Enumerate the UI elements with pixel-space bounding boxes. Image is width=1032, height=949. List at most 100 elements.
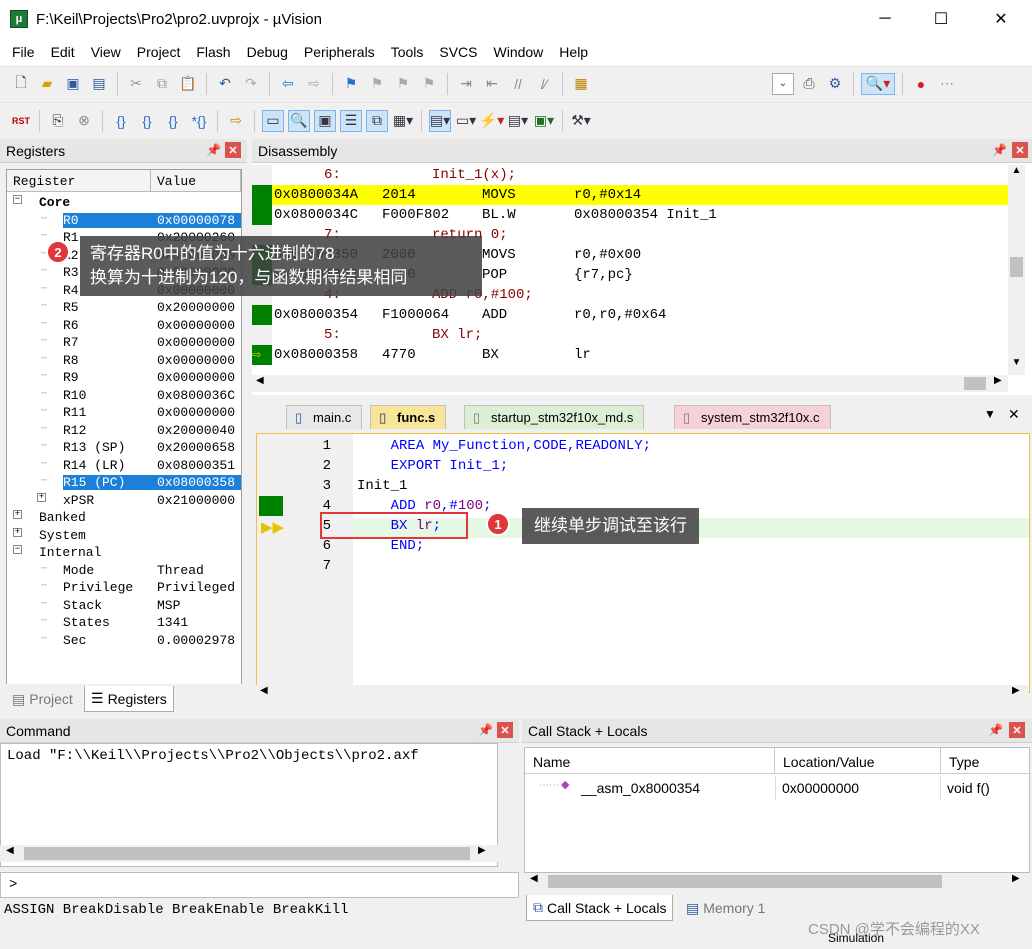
code-line[interactable]: AREA My_Function,CODE,READONLY; <box>357 438 651 454</box>
bookmark-icon[interactable]: ⚑ <box>340 73 362 95</box>
undo-icon[interactable]: ↶ <box>214 73 236 95</box>
register-value[interactable]: 0x08000351 <box>157 458 235 473</box>
disassembly-hscroll[interactable]: ◀ ▶ <box>252 375 1008 392</box>
tab-main-c[interactable]: ▯ main.c <box>286 405 363 429</box>
editor-hscroll[interactable]: ◀ ▶ <box>256 685 1028 702</box>
collapse-icon[interactable]: − <box>13 195 22 204</box>
expand-icon[interactable]: + <box>13 510 22 519</box>
disassembly-line[interactable]: 0x08000354 F1000064 ADD r0,r0,#0x64 <box>252 305 1008 325</box>
register-value[interactable]: 0x00000000 <box>157 318 235 333</box>
register-value[interactable]: 0x20000000 <box>157 300 235 315</box>
menu-svcs[interactable]: SVCS <box>431 44 485 60</box>
system-viewer-icon[interactable]: ▣▾ <box>533 110 555 132</box>
target-options-icon[interactable]: ⚙ <box>824 73 846 95</box>
register-value[interactable]: Privileged <box>157 580 235 595</box>
memory-window-icon[interactable]: ▤▾ <box>429 109 451 132</box>
find-in-files-icon[interactable]: ▦ <box>570 73 592 95</box>
menu-help[interactable]: Help <box>551 44 596 60</box>
scroll-left-icon[interactable]: ◀ <box>260 685 268 696</box>
tab-system[interactable]: ▯ system_stm32f10x.c <box>674 405 831 429</box>
registers-window-icon[interactable]: ☰ <box>340 109 362 132</box>
register-value[interactable]: 0x20000040 <box>157 423 235 438</box>
debug-settings-icon[interactable]: ⎙ <box>798 73 820 95</box>
register-row[interactable]: ⋯ R13 (SP) 0x20000658 <box>7 439 241 456</box>
menu-peripherals[interactable]: Peripherals <box>296 44 383 60</box>
menu-window[interactable]: Window <box>486 44 552 60</box>
close-button[interactable]: ✕ <box>978 0 1024 38</box>
register-row[interactable]: ⋯ R8 0x00000000 <box>7 352 241 369</box>
scroll-left-icon[interactable]: ◀ <box>6 845 14 856</box>
scroll-left-icon[interactable]: ◀ <box>530 873 538 884</box>
col-header-location[interactable]: Location/Value <box>775 748 941 774</box>
paste-icon[interactable]: 📋 <box>177 73 199 95</box>
col-header-register[interactable]: Register <box>7 170 151 192</box>
register-row[interactable]: ⋯ States 1341 <box>7 614 241 631</box>
register-value[interactable]: MSP <box>157 598 180 613</box>
register-row[interactable]: ⋯ R5 0x20000000 <box>7 299 241 316</box>
disassembly-window-icon[interactable]: 🔍 <box>288 109 310 132</box>
tab-registers[interactable]: ☰ Registers <box>84 686 174 712</box>
register-row[interactable]: ⋯ R14 (LR) 0x08000351 <box>7 457 241 474</box>
save-icon[interactable]: ▣ <box>62 73 84 95</box>
scroll-up-icon[interactable]: ▲ <box>1008 165 1025 176</box>
toolbox-icon[interactable]: ⚒▾ <box>570 110 592 132</box>
tab-list-dropdown-icon[interactable]: ▼ <box>984 407 996 421</box>
register-row[interactable]: − Core <box>7 194 241 211</box>
code-line[interactable]: EXPORT Init_1; <box>357 458 509 474</box>
source-line[interactable]: 5: BX lr; <box>252 325 1008 345</box>
register-value[interactable]: 0x21000000 <box>157 493 235 508</box>
run-to-cursor-icon[interactable]: *{} <box>188 110 210 132</box>
scroll-thumb[interactable] <box>1010 257 1023 277</box>
register-value[interactable]: 0.00002978 <box>157 633 235 648</box>
indent-icon[interactable]: ⇥ <box>455 73 477 95</box>
disassembly-line[interactable]: 0x0800034C F000F802 BL.W 0x08000354 Init_1 <box>252 205 1008 225</box>
register-value[interactable]: 0x00000000 <box>157 370 235 385</box>
menu-flash[interactable]: Flash <box>188 44 238 60</box>
menu-project[interactable]: Project <box>129 44 189 60</box>
pin-icon[interactable]: 📌 <box>992 143 1007 157</box>
register-row[interactable]: + System <box>7 527 241 544</box>
register-value[interactable]: Thread <box>157 563 204 578</box>
step-over-icon[interactable]: {} <box>136 110 158 132</box>
disassembly-vscroll[interactable]: ▲ ▼ <box>1008 165 1025 375</box>
register-row[interactable]: + Banked <box>7 509 241 526</box>
scroll-thumb[interactable] <box>548 875 942 888</box>
register-row[interactable]: ⋯ R12 0x20000040 <box>7 422 241 439</box>
code-editor[interactable]: 1 AREA My_Function,CODE,READONLY; 2 EXPOR… <box>256 433 1030 693</box>
scroll-thumb[interactable] <box>24 847 470 860</box>
expand-icon[interactable]: + <box>37 492 46 502</box>
bookmark-next-icon[interactable]: ⚑ <box>392 73 414 95</box>
register-row[interactable]: ⋯ R10 0x0800036C <box>7 387 241 404</box>
step-into-icon[interactable]: {} <box>110 110 132 132</box>
callstack-table[interactable]: Name Location/Value Type ⋯⋯ ◆ __asm_0x80… <box>524 747 1030 873</box>
table-row[interactable]: ⋯⋯ ◆ __asm_0x8000354 0x00000000 void f() <box>525 776 1029 800</box>
minimize-button[interactable]: ─ <box>862 0 908 38</box>
register-row[interactable]: ⋯ R11 0x00000000 <box>7 404 241 421</box>
new-file-icon[interactable]: 🗋 <box>10 73 32 95</box>
scroll-left-icon[interactable]: ◀ <box>256 375 264 386</box>
redo-icon[interactable]: ↷ <box>240 73 262 95</box>
start-debug-icon[interactable]: 🔍▾ <box>861 72 895 95</box>
register-value[interactable]: 1341 <box>157 615 188 630</box>
callstack-hscroll[interactable]: ◀ ▶ <box>524 873 1030 890</box>
close-icon[interactable]: ✕ <box>1009 722 1025 738</box>
scroll-right-icon[interactable]: ▶ <box>478 845 486 856</box>
collapse-icon[interactable]: − <box>13 545 22 554</box>
code-line[interactable]: END; <box>357 538 425 554</box>
serial-window-icon[interactable]: ▭▾ <box>455 110 477 132</box>
scroll-right-icon[interactable]: ▶ <box>1012 873 1020 884</box>
close-icon[interactable]: ✕ <box>1008 406 1020 423</box>
register-value[interactable]: 0x00000078 <box>157 212 241 228</box>
close-icon[interactable]: ✕ <box>497 722 513 738</box>
tab-project[interactable]: ▤ Project <box>6 686 79 712</box>
bookmark-clear-icon[interactable]: ⚑ <box>418 73 440 95</box>
register-row[interactable]: − Internal <box>7 544 241 561</box>
menu-file[interactable]: File <box>4 44 43 60</box>
open-folder-icon[interactable]: ▰ <box>36 73 58 95</box>
nav-back-icon[interactable]: ⇦ <box>277 73 299 95</box>
nav-forward-icon[interactable]: ⇨ <box>303 73 325 95</box>
register-value[interactable]: 0x08000358 <box>157 475 241 490</box>
call-stack-window-icon[interactable]: ⧉ <box>366 109 388 132</box>
close-icon[interactable]: ✕ <box>1012 142 1028 158</box>
source-line[interactable]: 6: Init_1(x); <box>252 165 1008 185</box>
